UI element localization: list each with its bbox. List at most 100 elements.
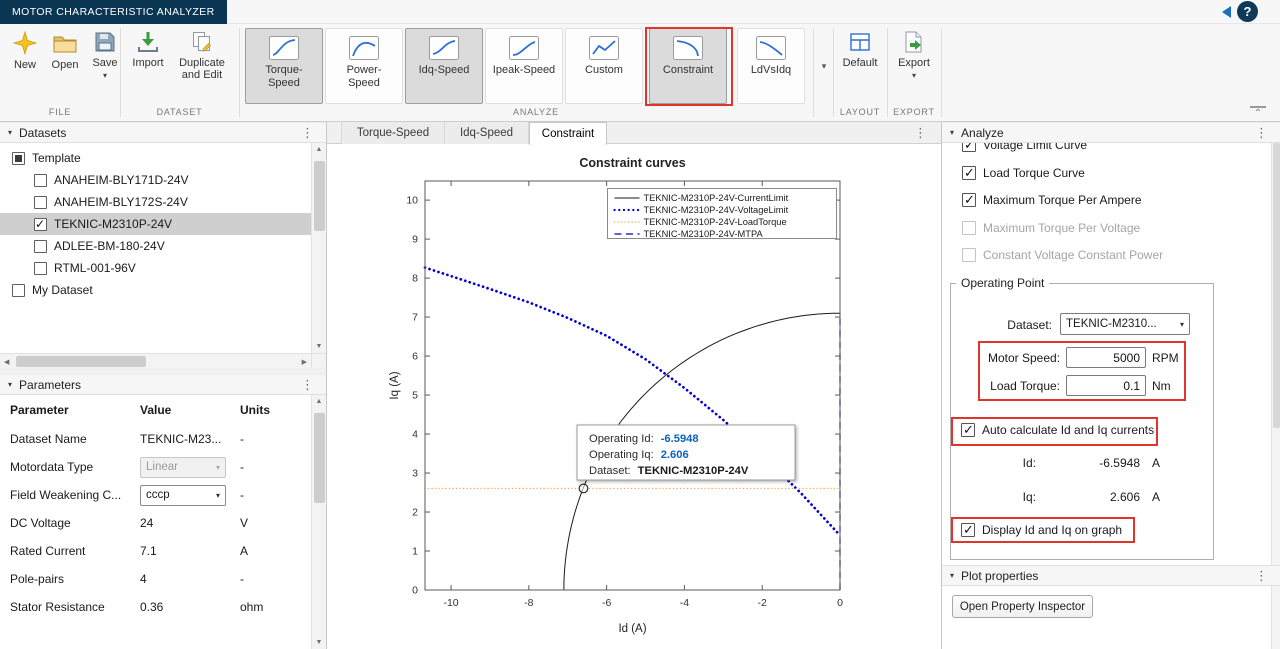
analyze-gallery-ldvsidq[interactable]: LdVsIdq [737, 28, 805, 104]
analyze-gallery-torque-speed[interactable]: Torque-Speed [245, 28, 323, 104]
checkbox[interactable]: ✓ [34, 196, 47, 209]
export-arrow-icon [902, 30, 926, 54]
chevron-down-icon: ▾ [216, 463, 220, 472]
param-row-field-weakening: Field Weakening C... cccp ▾ - [0, 481, 311, 509]
checkbox[interactable]: ✓ [961, 423, 975, 437]
export-button[interactable]: Export ▾ [890, 30, 938, 80]
tree-item-anaheim-bly171d[interactable]: ✓ ANAHEIM-BLY171D-24V [0, 169, 311, 191]
analyze-gallery-power-speed[interactable]: Power-Speed [325, 28, 403, 104]
scrollbar-thumb[interactable] [16, 356, 146, 367]
svg-text:TEKNIC-M2310P-24V-MTPA: TEKNIC-M2310P-24V-MTPA [644, 229, 764, 239]
analyze-gallery-constraint[interactable]: Constraint [649, 28, 727, 104]
default-layout-button[interactable]: Default [836, 30, 884, 69]
collapse-chevron-icon[interactable]: ▾ [950, 128, 954, 137]
duplicate-and-edit-button[interactable]: Duplicate and Edit [170, 30, 234, 81]
parameters-vertical-scrollbar[interactable]: ▲ ▼ [311, 395, 326, 649]
panel-menu-icon[interactable]: ⋮ [301, 377, 314, 393]
checkbox[interactable]: ✓ [34, 262, 47, 275]
check-icon: ✓ [964, 192, 975, 208]
checkbox-auto-calculate-currents[interactable]: ✓ Auto calculate Id and Iq currents [961, 423, 1154, 437]
scrollbar-thumb[interactable] [1273, 143, 1280, 428]
svg-text:6: 6 [412, 351, 418, 363]
panel-menu-icon[interactable]: ⋮ [914, 125, 927, 141]
collapse-chevron-icon[interactable]: ▾ [8, 128, 12, 137]
analyze-gallery-ipeak-speed[interactable]: Ipeak-Speed [485, 28, 563, 104]
help-icon[interactable]: ? [1237, 1, 1258, 22]
scrollbar-thumb[interactable] [314, 161, 325, 231]
chart-curve-icon [589, 36, 619, 60]
motor-speed-input[interactable] [1066, 347, 1146, 368]
load-torque-input[interactable] [1066, 375, 1146, 396]
app-title-tab[interactable]: MOTOR CHARACTERISTIC ANALYZER [0, 0, 227, 24]
checkbox[interactable]: ✓ [34, 218, 47, 231]
scroll-up-icon: ▲ [312, 398, 326, 405]
svg-text:1: 1 [412, 546, 418, 558]
save-button[interactable]: Save ▾ [86, 30, 124, 80]
resources-arrow-icon[interactable] [1222, 6, 1231, 18]
plot-properties-header: ▾ Plot properties ⋮ [942, 565, 1280, 586]
tree-item-rtml-001[interactable]: ✓ RTML-001-96V [0, 257, 311, 279]
checkbox[interactable]: ✓ [961, 523, 975, 537]
checkbox: ✓ [962, 221, 976, 235]
collapse-chevron-icon[interactable]: ▾ [950, 571, 954, 580]
field-weakening-dropdown[interactable]: cccp ▾ [140, 485, 226, 506]
svg-text:9: 9 [412, 234, 418, 246]
tab-idq-speed[interactable]: Idq-Speed [445, 122, 529, 144]
svg-text:TEKNIC-M2310P-24V-LoadTorque: TEKNIC-M2310P-24V-LoadTorque [644, 217, 787, 227]
tab-torque-speed[interactable]: Torque-Speed [341, 122, 445, 144]
toolstrip: New Open Save ▾ FILE [0, 24, 1280, 122]
tree-item-adlee-bm-180[interactable]: ✓ ADLEE-BM-180-24V [0, 235, 311, 257]
tree-item-teknic-m2310p[interactable]: ✓ TEKNIC-M2310P-24V [0, 213, 311, 235]
check-icon: ✓ [35, 217, 45, 231]
open-button[interactable]: Open [46, 30, 84, 71]
checkbox-load-torque-curve[interactable]: ✓ Load Torque Curve [962, 166, 1085, 180]
load-torque-unit: Nm [1152, 379, 1171, 393]
tree-item-my-dataset[interactable]: ✓ My Dataset [0, 279, 311, 301]
checkbox[interactable]: ✓ [12, 152, 25, 165]
checkbox-max-torque-per-ampere[interactable]: ✓ Maximum Torque Per Ampere [962, 193, 1142, 207]
panel-menu-icon[interactable]: ⋮ [1255, 568, 1268, 584]
analyze-section-label: ANALYZE [239, 107, 833, 117]
chevron-down-icon: ▾ [912, 72, 916, 80]
datasets-panel-title: Datasets [19, 126, 66, 140]
constraint-chart-svg[interactable]: -10-8-6-4-20012345678910Constraint curve… [327, 144, 941, 649]
checkbox[interactable]: ✓ [12, 284, 25, 297]
svg-text:7: 7 [412, 312, 418, 324]
checkbox[interactable]: ✓ [962, 166, 976, 180]
new-button[interactable]: New [6, 30, 44, 71]
analyze-gallery-custom[interactable]: Custom [565, 28, 643, 104]
operating-dataset-dropdown[interactable]: TEKNIC-M2310... ▾ [1060, 313, 1190, 335]
toolstrip-collapse-icon[interactable]: ⌃ [1250, 106, 1266, 119]
import-button[interactable]: Import [128, 30, 168, 69]
tree-item-template[interactable]: ✓ Template [0, 147, 311, 169]
analyze-gallery-idq-speed[interactable]: Idq-Speed [405, 28, 483, 104]
scroll-right-icon: ▶ [302, 358, 307, 366]
load-torque-label: Load Torque: [964, 379, 1060, 393]
panel-menu-icon[interactable]: ⋮ [1255, 125, 1268, 141]
gallery-expand-button[interactable]: ▾ [816, 28, 832, 104]
tree-item-anaheim-bly172s[interactable]: ✓ ANAHEIM-BLY172S-24V [0, 191, 311, 213]
datasets-vertical-scrollbar[interactable]: ▲ ▼ [311, 143, 326, 353]
checkbox[interactable]: ✓ [34, 174, 47, 187]
dataset-label: Dataset: [960, 318, 1052, 332]
parameters-table: Parameter Value Units Dataset Name TEKNI… [0, 395, 311, 649]
check-icon: ✓ [963, 422, 974, 438]
checkbox-display-id-iq-on-graph[interactable]: ✓ Display Id and Iq on graph [961, 523, 1122, 537]
scrollbar-thumb[interactable] [314, 413, 325, 503]
svg-text:3: 3 [412, 468, 418, 480]
svg-text:4: 4 [412, 429, 418, 441]
collapse-chevron-icon[interactable]: ▾ [8, 380, 12, 389]
datasets-horizontal-scrollbar[interactable]: ◀ ▶ [0, 353, 311, 368]
tab-constraint[interactable]: Constraint [529, 122, 607, 145]
parameters-panel-header: ▾ Parameters ⋮ [0, 374, 326, 395]
checkbox[interactable]: ✓ [34, 240, 47, 253]
svg-text:-4: -4 [680, 597, 689, 609]
export-section-label: EXPORT [887, 107, 941, 117]
file-section-label: FILE [0, 107, 120, 117]
open-property-inspector-button[interactable]: Open Property Inspector [952, 595, 1093, 618]
svg-text:Iq (A): Iq (A) [389, 371, 401, 399]
panel-menu-icon[interactable]: ⋮ [301, 125, 314, 141]
title-bar: MOTOR CHARACTERISTIC ANALYZER ? [0, 0, 1280, 24]
checkbox[interactable]: ✓ [962, 193, 976, 207]
svg-text:0: 0 [837, 597, 843, 609]
